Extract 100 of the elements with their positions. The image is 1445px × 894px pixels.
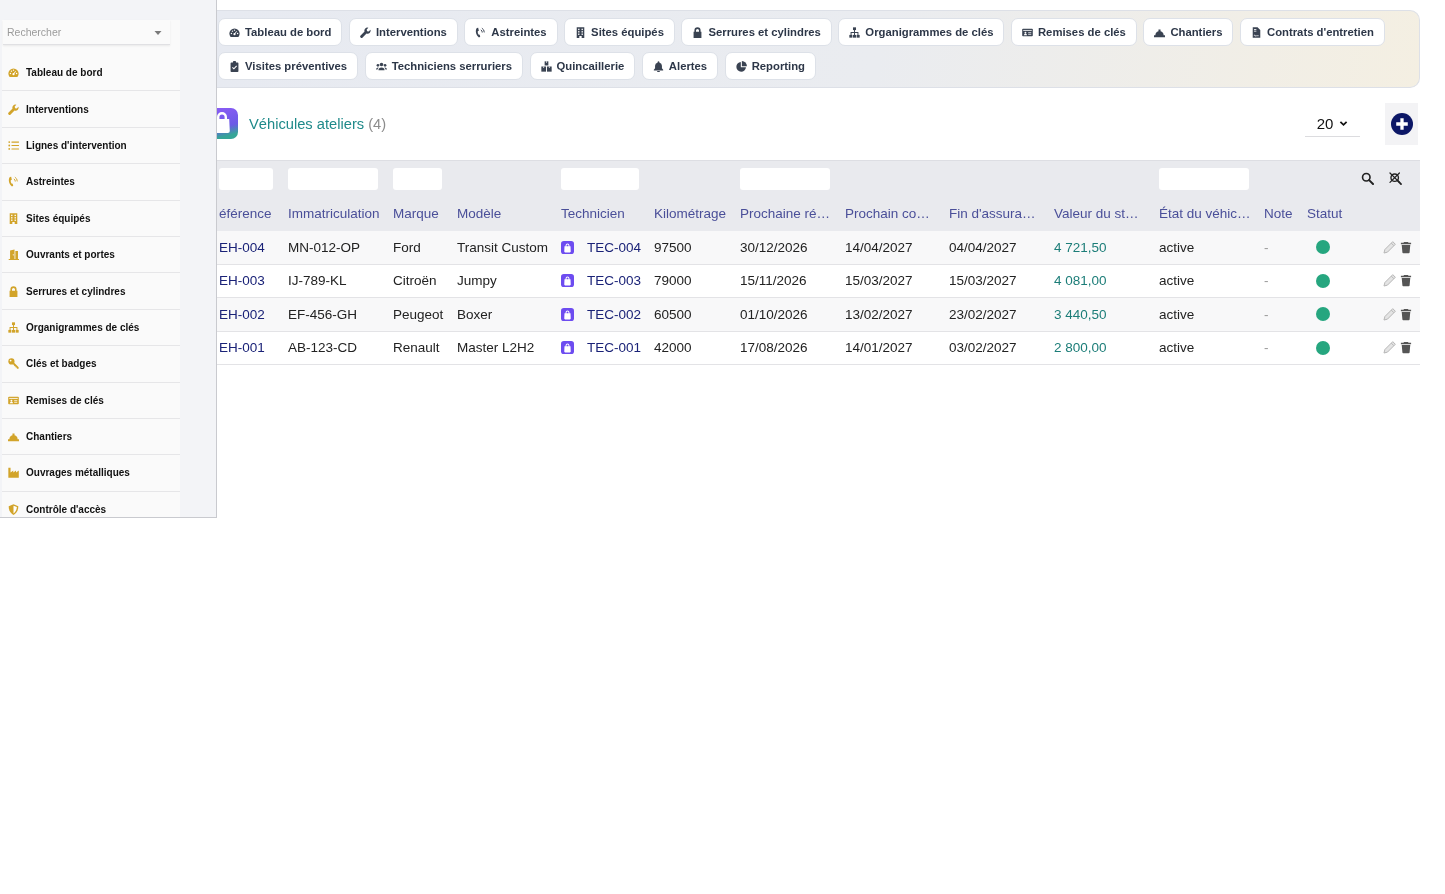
hierarchy-icon [849,26,861,38]
table-cell: MN-012-OP [288,239,360,255]
table-cell: active [1159,340,1195,356]
record-link[interactable]: EH-001 [219,340,265,356]
nav-tab[interactable]: Astreintes [464,18,558,46]
table-cell: 03/02/2027 [949,340,1017,356]
padlock-icon [8,285,19,297]
table-cell: Citroën [393,273,437,289]
table-cell: active [1159,306,1195,322]
table-cell: 15/03/2027 [845,273,913,289]
technician-link[interactable]: TEC-002 [587,306,642,322]
delete-button[interactable] [1400,341,1412,355]
column-header: État du véhic… [1159,206,1251,221]
search-button[interactable] [1361,172,1374,185]
column-header: Modèle [457,206,502,221]
pencil-icon [1383,274,1396,288]
sidebar-item[interactable]: Ouvrages métalliques [2,455,180,492]
search-icon [1361,172,1374,185]
table-cell: 01/10/2026 [740,306,808,322]
table-cell: 15/03/2027 [949,273,1017,289]
clear-filters-button[interactable] [1389,172,1402,185]
table-cell: 97500 [654,239,692,255]
people-icon [375,60,387,72]
sidebar-item[interactable]: Lignes d'intervention [2,127,180,165]
sidebar-item[interactable]: Chantiers [2,418,180,456]
table-cell: Transit Custom [457,239,549,255]
record-count: (4) [368,115,387,132]
clear-search-icon [1389,172,1402,185]
column-header: Kilométrage [654,206,727,221]
sidebar-item[interactable]: Remises de clés [2,382,180,419]
table-cell: 17/08/2026 [740,340,808,356]
nav-tab[interactable]: Remises de clés [1010,18,1137,46]
caret-icon [154,28,162,37]
table-cell: IJ-789-KL [288,273,347,289]
nav-tab[interactable]: Contrats d'entretien [1240,18,1385,46]
sidebar-item[interactable]: Sites équipés [2,200,180,237]
nav-tab[interactable]: Techniciens serruriers [364,52,523,80]
sidebar-item[interactable]: Astreintes [2,164,180,201]
technician-link[interactable]: TEC-004 [587,239,642,255]
table-cell: 14/01/2027 [845,340,913,356]
table-cell: - [1264,239,1269,255]
technician-link[interactable]: TEC-003 [587,273,642,289]
nav-tab[interactable]: Interventions [348,18,458,46]
delete-button[interactable] [1400,274,1412,288]
table-cell: 14/04/2027 [845,239,913,255]
trash-icon [1400,240,1412,254]
column-header: Valeur du st… [1054,206,1139,221]
delete-button[interactable] [1400,240,1412,254]
door-icon [8,249,19,261]
nav-tab[interactable]: Sites équipés [564,18,675,46]
nav-tab[interactable]: Tableau de bord [218,18,343,46]
building-icon [8,212,19,224]
wrench-icon [359,26,371,38]
sidebar-item[interactable]: Organigrammes de clés [2,309,180,347]
sidebar-item[interactable]: Serrures et cylindres [2,273,180,310]
id-card-icon [8,394,19,406]
page-size-select[interactable]: 20 [1305,110,1360,137]
column-header: éférence [219,206,272,221]
sidebar-item[interactable]: Interventions [2,91,180,128]
padlock-icon [561,307,574,321]
table-cell: 30/12/2026 [740,239,808,255]
add-button[interactable] [1385,102,1418,145]
document-icon [1251,26,1262,38]
trash-icon [1400,341,1412,355]
table-cell: 13/02/2027 [845,306,913,322]
nav-tab[interactable]: Organigrammes de clés [838,18,1005,46]
table-cell: 42000 [654,340,692,356]
delete-button[interactable] [1400,307,1412,321]
nav-tab[interactable]: Visites préventives [218,52,359,80]
table-cell: 23/02/2027 [949,306,1017,322]
column-header: Technicien [561,206,625,221]
pencil-icon [1383,341,1396,355]
column-header: Note [1264,206,1293,221]
record-link[interactable]: EH-003 [219,273,265,289]
technician-link[interactable]: TEC-001 [587,340,642,356]
record-link[interactable]: EH-004 [219,239,265,255]
sidebar-item[interactable]: Contrôle d'accès [2,491,180,517]
sidebar-item[interactable]: Ouvrants et portes [2,236,180,274]
sidebar-item[interactable]: Tableau de bord [2,55,180,92]
building-icon [575,26,587,38]
table-cell: Master L2H2 [457,340,535,356]
table-cell: Jumpy [457,273,497,289]
table-cell: 04/04/2027 [949,239,1017,255]
record-link[interactable]: EH-002 [219,306,265,322]
phone-icon [475,26,487,38]
sidebar-item[interactable]: Clés et badges [2,346,180,383]
nav-tab[interactable]: Reporting [724,52,816,80]
table-cell: 4 721,50 [1054,239,1107,255]
nav-tab[interactable]: Alertes [641,52,719,80]
table-cell: 3 440,50 [1054,306,1107,322]
padlock-icon [561,240,574,254]
nav-tab[interactable]: Serrures et cylindres [681,18,832,46]
search-field[interactable]: Rechercher [3,20,170,45]
factory-icon [8,467,19,479]
column-header: Statut [1307,206,1343,221]
column-header: Prochaine ré… [740,206,831,221]
clipboard-check-icon [229,60,240,72]
nav-tab[interactable]: Chantiers [1143,18,1234,46]
boxes-icon [540,60,552,72]
nav-tab[interactable]: Quincaillerie [529,52,636,80]
